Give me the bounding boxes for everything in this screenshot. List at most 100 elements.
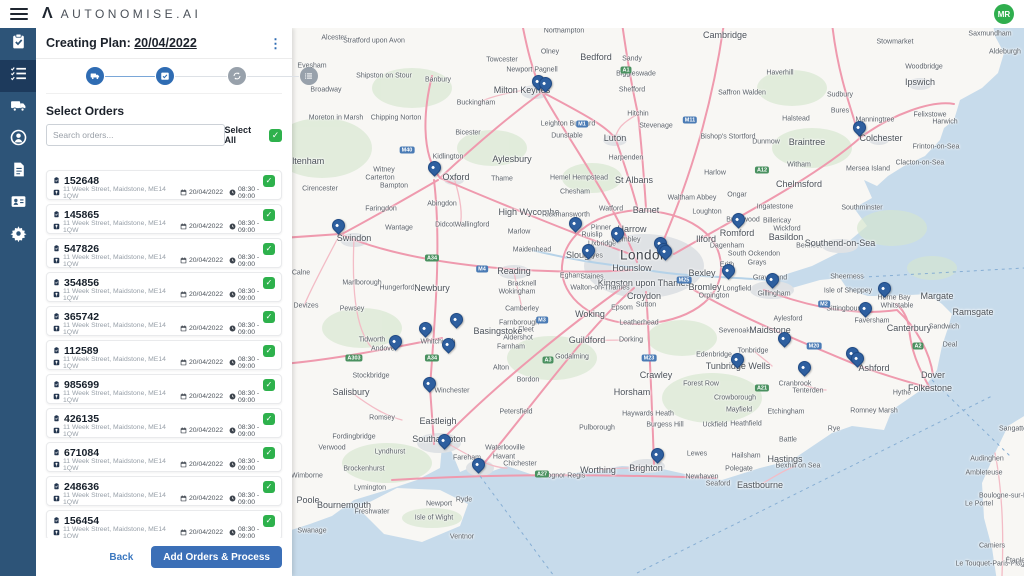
clock-icon	[229, 223, 236, 230]
order-box-icon	[53, 381, 60, 388]
order-address: 11 Week Street, Maidstone, ME14 1QW	[63, 458, 174, 472]
select-all-label: Select All	[225, 125, 263, 145]
id-card-icon	[10, 193, 27, 215]
clock-icon	[229, 257, 236, 264]
stepper-step-calendar-check-icon[interactable]	[156, 67, 174, 85]
clock-icon	[229, 189, 236, 196]
panel-header: Creating Plan: 20/04/2022 ⋮	[36, 28, 292, 59]
order-address: 11 Week Street, Maidstone, ME14 1QW	[63, 288, 174, 302]
clock-icon	[229, 325, 236, 332]
clock-icon	[229, 359, 236, 366]
order-time: 08:30 - 09:00	[238, 458, 275, 472]
calendar-icon	[180, 495, 187, 502]
calendar-icon	[180, 461, 187, 468]
order-address: 11 Week Street, Maidstone, ME14 1QW	[63, 186, 174, 200]
order-date: 20/04/2022	[189, 325, 223, 332]
order-date: 20/04/2022	[189, 257, 223, 264]
hamburger-menu-icon[interactable]	[10, 8, 28, 20]
document-icon	[10, 161, 27, 183]
clock-icon	[229, 427, 236, 434]
order-item[interactable]: 671084✓11 Week Street, Maidstone, ME14 1…	[46, 442, 282, 472]
order-list: 152648✓11 Week Street, Maidstone, ME14 1…	[36, 168, 292, 538]
calendar-icon	[180, 325, 187, 332]
order-item[interactable]: 365742✓11 Week Street, Maidstone, ME14 1…	[46, 306, 282, 336]
order-date: 20/04/2022	[189, 359, 223, 366]
order-box-icon	[53, 415, 60, 422]
order-time: 08:30 - 09:00	[238, 254, 275, 268]
location-icon	[53, 393, 60, 400]
task-list-icon	[10, 65, 27, 87]
order-item[interactable]: 985699✓11 Week Street, Maidstone, ME14 1…	[46, 374, 282, 404]
order-address: 11 Week Street, Maidstone, ME14 1QW	[63, 526, 174, 539]
sidebar-item-task-list[interactable]	[0, 60, 36, 92]
select-all-checkbox[interactable]: ✓	[269, 129, 282, 142]
clock-icon	[229, 529, 236, 536]
order-box-icon	[53, 483, 60, 490]
brand-logo-icon: Λ	[42, 6, 53, 22]
sidebar-item-person[interactable]	[0, 124, 36, 156]
sidebar-item-id-card[interactable]	[0, 188, 36, 220]
panel-footer: Back Add Orders & Process	[36, 538, 292, 576]
kebab-menu-icon[interactable]: ⋮	[269, 37, 282, 50]
order-item[interactable]: 112589✓11 Week Street, Maidstone, ME14 1…	[46, 340, 282, 370]
order-box-icon	[53, 211, 60, 218]
location-icon	[53, 291, 60, 298]
order-date: 20/04/2022	[189, 291, 223, 298]
clipboard-check-icon	[10, 33, 27, 55]
order-address: 11 Week Street, Maidstone, ME14 1QW	[63, 322, 174, 336]
order-item[interactable]: 354856✓11 Week Street, Maidstone, ME14 1…	[46, 272, 282, 302]
order-address: 11 Week Street, Maidstone, ME14 1QW	[63, 254, 174, 268]
location-icon	[53, 223, 60, 230]
calendar-icon	[180, 257, 187, 264]
order-item[interactable]: 248636✓11 Week Street, Maidstone, ME14 1…	[46, 476, 282, 506]
calendar-icon	[180, 359, 187, 366]
location-icon	[53, 359, 60, 366]
location-icon	[53, 189, 60, 196]
stepper-step-list-icon[interactable]	[300, 67, 318, 85]
sidebar-item-truck[interactable]	[0, 92, 36, 124]
calendar-icon	[180, 223, 187, 230]
order-date: 20/04/2022	[189, 461, 223, 468]
search-input[interactable]	[46, 124, 225, 146]
section-title: Select Orders	[46, 104, 282, 118]
order-address: 11 Week Street, Maidstone, ME14 1QW	[63, 492, 174, 506]
order-item[interactable]: 152648✓11 Week Street, Maidstone, ME14 1…	[46, 170, 282, 200]
back-button[interactable]: Back	[109, 552, 133, 563]
order-item[interactable]: 156454✓11 Week Street, Maidstone, ME14 1…	[46, 510, 282, 538]
person-icon	[10, 129, 27, 151]
order-time: 08:30 - 09:00	[238, 492, 275, 506]
map-base-art	[292, 28, 1024, 576]
order-time: 08:30 - 09:00	[238, 186, 275, 200]
order-box-icon	[53, 347, 60, 354]
order-address: 11 Week Street, Maidstone, ME14 1QW	[63, 356, 174, 370]
stepper-connector	[247, 76, 299, 78]
app-window: Λ AUTONOMISE.AI MR Creating Plan: 20/04/…	[0, 0, 1024, 576]
add-orders-process-button[interactable]: Add Orders & Process	[151, 546, 282, 568]
order-item[interactable]: 426135✓11 Week Street, Maidstone, ME14 1…	[46, 408, 282, 438]
map-canvas[interactable]: NorthamptonAlcesterStratford upon AvonEv…	[292, 28, 1024, 576]
calendar-icon	[180, 291, 187, 298]
calendar-icon	[180, 427, 187, 434]
order-address: 11 Week Street, Maidstone, ME14 1QW	[63, 424, 174, 438]
order-date: 20/04/2022	[189, 427, 223, 434]
clock-icon	[229, 291, 236, 298]
order-time: 08:30 - 09:00	[238, 390, 275, 404]
sidebar-item-document[interactable]	[0, 156, 36, 188]
clock-icon	[229, 393, 236, 400]
stepper-step-cycle-icon[interactable]	[228, 67, 246, 85]
stepper-step-truck-icon[interactable]	[86, 67, 104, 85]
order-address: 11 Week Street, Maidstone, ME14 1QW	[63, 390, 174, 404]
location-icon	[53, 495, 60, 502]
sidebar-item-gear[interactable]	[0, 220, 36, 252]
order-box-icon	[53, 279, 60, 286]
order-date: 20/04/2022	[189, 529, 223, 536]
sidebar-item-clipboard-check[interactable]	[0, 28, 36, 60]
location-icon	[53, 461, 60, 468]
order-box-icon	[53, 313, 60, 320]
order-box-icon	[53, 177, 60, 184]
user-avatar[interactable]: MR	[994, 4, 1014, 24]
order-item[interactable]: 145865✓11 Week Street, Maidstone, ME14 1…	[46, 204, 282, 234]
calendar-icon	[180, 189, 187, 196]
order-item[interactable]: 547826✓11 Week Street, Maidstone, ME14 1…	[46, 238, 282, 268]
order-time: 08:30 - 09:00	[238, 220, 275, 234]
